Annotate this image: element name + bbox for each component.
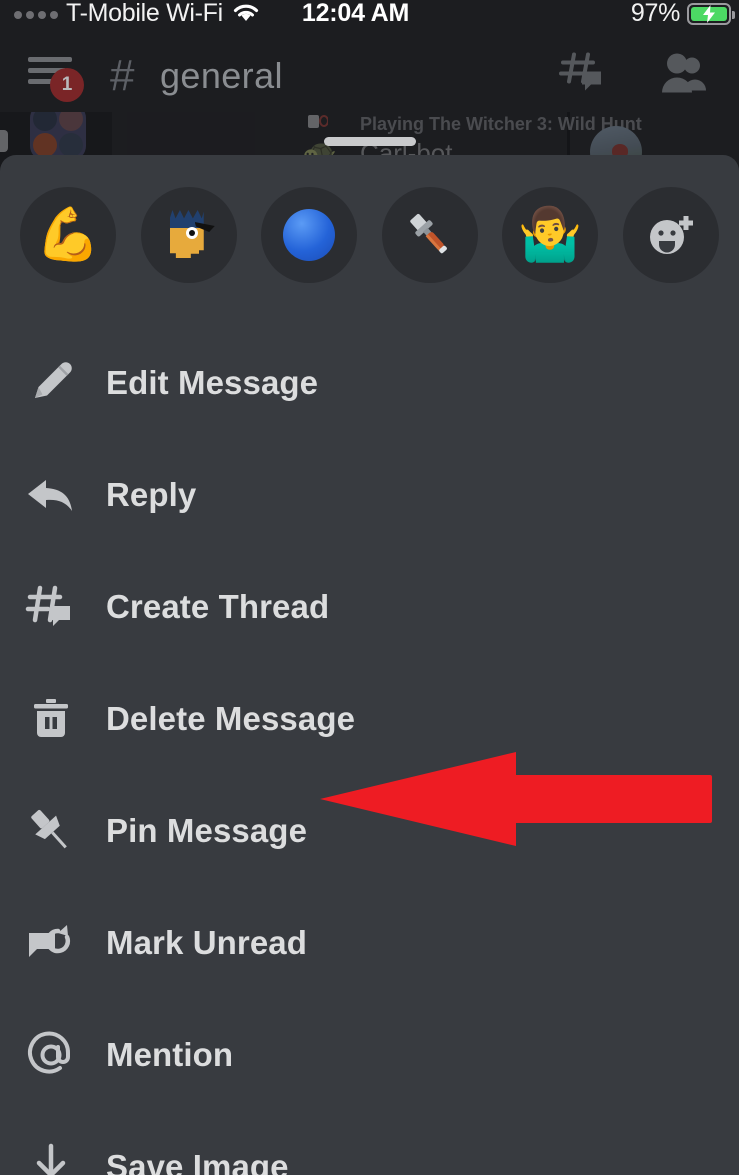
reaction-razor[interactable] <box>381 187 478 283</box>
custom-blue-hair-emoji <box>162 208 216 262</box>
clock-label: 12:04 AM <box>301 0 410 27</box>
menu-item-label: Pin Message <box>106 812 308 849</box>
man-shrugging-emoji: 🤷‍♂️ <box>517 205 583 265</box>
message-action-sheet: 💪 <box>0 137 739 1175</box>
battery-charging-icon <box>687 3 735 25</box>
menu-item-label: Mention <box>106 1036 234 1073</box>
at-mention-icon <box>22 1026 80 1084</box>
add-reaction-button[interactable] <box>622 187 719 283</box>
menu-item-label: Reply <box>106 476 197 513</box>
menu-item-mention[interactable]: Mention <box>0 999 739 1111</box>
reaction-flexed-biceps[interactable]: 💪 <box>20 187 117 283</box>
channel-header: 1 # general <box>0 30 739 112</box>
reaction-blue-circle[interactable] <box>261 187 358 283</box>
menu-item-label: Mark Unread <box>106 924 308 961</box>
trash-icon <box>22 690 80 748</box>
server-folder-icon[interactable] <box>30 112 86 160</box>
add-reaction-icon <box>649 216 693 254</box>
menu-item-label: Save Image <box>106 1148 289 1175</box>
download-icon <box>22 1138 80 1175</box>
hamburger-menu-icon[interactable]: 1 <box>28 54 84 102</box>
unread-badge: 1 <box>50 68 84 102</box>
menu-item-delete-message[interactable]: Delete Message <box>0 663 739 775</box>
battery-percent-label: 97% <box>630 0 680 27</box>
members-icon[interactable] <box>659 53 713 100</box>
flexed-biceps-emoji: 💪 <box>35 205 101 265</box>
reply-arrow-icon <box>22 466 80 524</box>
pencil-icon <box>22 354 80 412</box>
razor-emoji <box>410 213 447 254</box>
menu-item-label: Delete Message <box>106 700 356 737</box>
menu-item-label: Create Thread <box>106 588 330 625</box>
discord-mobile-screen: Playing The Witcher 3: Wild Hunt 🐢 Carl-… <box>0 0 739 1175</box>
pin-icon <box>22 802 80 860</box>
blue-circle-emoji <box>283 209 336 261</box>
mark-unread-icon <box>22 914 80 972</box>
status-bar: T-Mobile Wi-Fi 12:04 AM 97% <box>0 0 739 30</box>
menu-item-mark-unread[interactable]: Mark Unread <box>0 887 739 999</box>
menu-item-create-thread[interactable]: Create Thread <box>0 551 739 663</box>
action-menu-list: Edit Message Reply Create Thread Delete … <box>0 327 739 1175</box>
quick-reaction-row: 💪 <box>0 187 739 283</box>
threads-icon[interactable] <box>559 52 607 101</box>
thread-icon <box>22 578 80 636</box>
menu-item-edit-message[interactable]: Edit Message <box>0 327 739 439</box>
menu-item-label: Edit Message <box>106 364 319 401</box>
drag-handle[interactable] <box>323 137 416 146</box>
menu-item-pin-message[interactable]: Pin Message <box>0 775 739 887</box>
activity-mini-icons <box>308 114 328 130</box>
menu-item-save-image[interactable]: Save Image <box>0 1111 739 1175</box>
server-selected-pill <box>0 130 8 152</box>
channel-name[interactable]: general <box>160 55 283 97</box>
reaction-custom-blue-hair[interactable] <box>140 187 237 283</box>
menu-item-reply[interactable]: Reply <box>0 439 739 551</box>
channel-hash-icon: # <box>110 51 135 100</box>
reaction-shrug[interactable]: 🤷‍♂️ <box>502 187 599 283</box>
